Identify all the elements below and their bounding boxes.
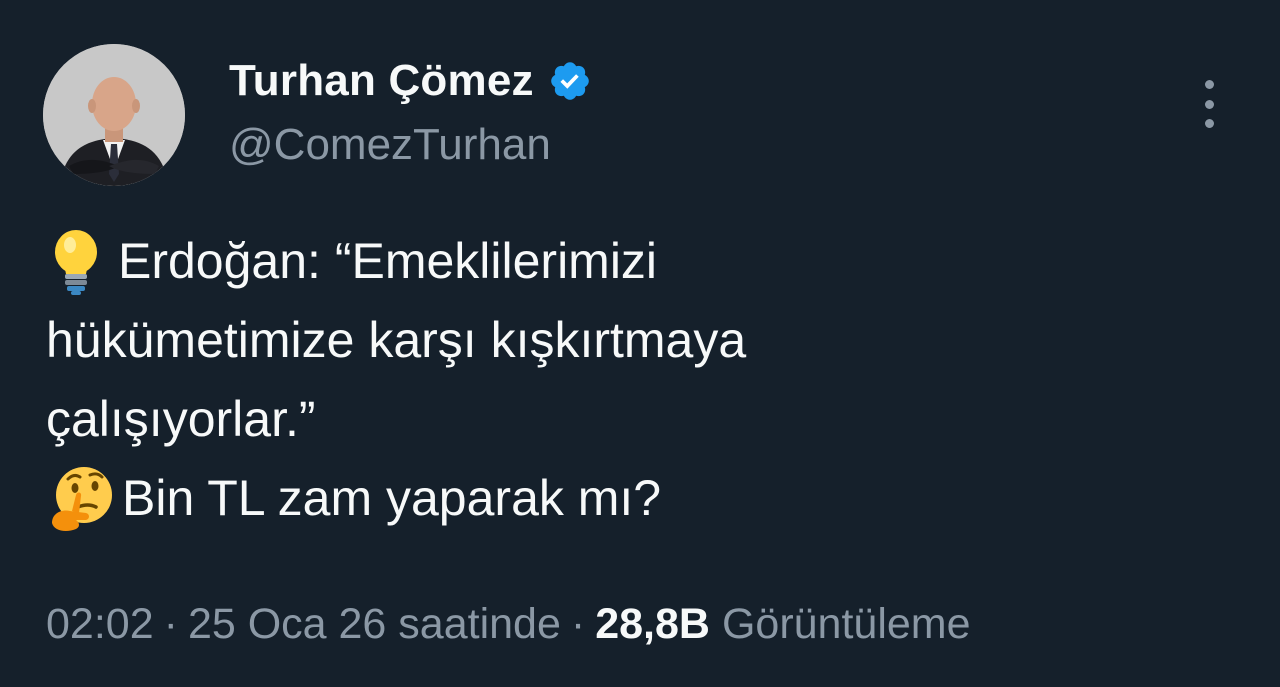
tweet-line: çalışıyorlar.” (46, 380, 1246, 459)
views-label: Görüntüleme (721, 600, 971, 648)
tweet-line-text: Bin TL zam yaparak mı? (122, 470, 662, 526)
meta-separator: · (163, 600, 178, 648)
verified-badge-icon (548, 59, 592, 103)
author-handle[interactable]: @ComezTurhan (229, 120, 551, 170)
tweet-line-text: çalışıyorlar.” (46, 391, 316, 447)
tweet-date[interactable]: 25 Oca 26 saatinde (188, 600, 561, 649)
tweet-card: Turhan Çömez @ComezTurhan Erdoğan: “Emek… (0, 0, 1280, 687)
lightbulb-icon (46, 228, 106, 296)
avatar[interactable] (43, 44, 185, 186)
author-name-row: Turhan Çömez (229, 56, 592, 106)
more-options-button[interactable] (1196, 80, 1222, 128)
thinking-face-icon (46, 463, 118, 535)
tweet-line: Bin TL zam yaparak mı? (46, 459, 1246, 538)
tweet-meta: 02:02 · 25 Oca 26 saatinde · 28,8B Görün… (46, 600, 971, 649)
tweet-line: Erdoğan: “Emeklilerimizi (46, 222, 1246, 301)
tweet-text: Erdoğan: “Emeklilerimizi hükümetimize ka… (46, 222, 1246, 538)
tweet-line-text: hükümetimize karşı kışkırtmaya (46, 312, 747, 368)
tweet-line: hükümetimize karşı kışkırtmaya (46, 301, 1246, 380)
tweet-line-text: Erdoğan: “Emeklilerimizi (118, 233, 658, 289)
more-vertical-icon (1204, 80, 1214, 89)
meta-separator: · (570, 600, 586, 648)
tweet-time[interactable]: 02:02 (46, 600, 154, 649)
views-count[interactable]: 28,8B (595, 600, 710, 649)
author-name[interactable]: Turhan Çömez (229, 56, 534, 106)
